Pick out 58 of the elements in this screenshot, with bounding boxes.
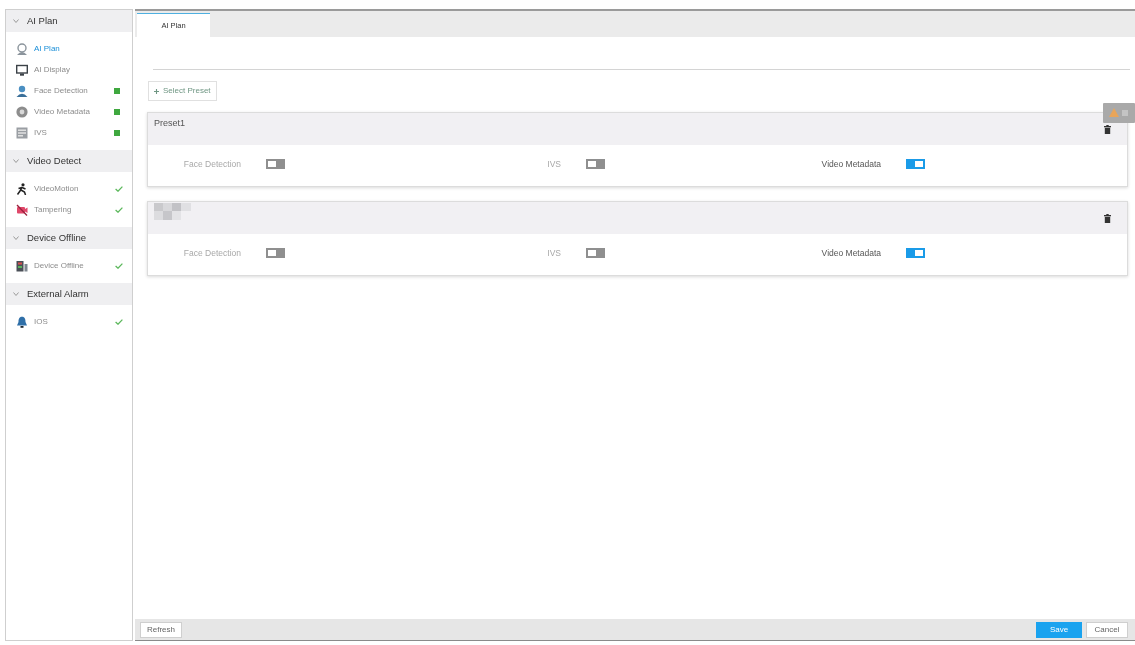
chevron-down-icon <box>13 236 19 240</box>
section-header[interactable]: Device Offline <box>6 227 132 249</box>
warning-icon <box>1103 103 1135 123</box>
sidebar-item[interactable]: VideoMotion <box>6 178 132 199</box>
trash-icon[interactable] <box>1104 213 1111 223</box>
section-title: Video Detect <box>27 153 82 168</box>
chevron-down-icon <box>13 292 19 296</box>
toggle-switch[interactable] <box>266 248 285 258</box>
function-label: Face Detection <box>182 157 241 171</box>
sidebar-item[interactable]: Tampering <box>6 199 132 220</box>
function-label: IVS <box>546 157 561 171</box>
check-icon <box>115 262 123 269</box>
sidebar-item[interactable]: Video Metadata <box>6 101 132 122</box>
sidebar-item[interactable]: Device Offline <box>6 255 132 276</box>
check-icon <box>115 206 123 213</box>
footer-button[interactable]: Refresh <box>140 621 182 638</box>
toggle-switch[interactable] <box>586 159 605 169</box>
footer-button[interactable]: Cancel <box>1086 621 1128 638</box>
toggle-switch[interactable] <box>266 159 285 169</box>
toggle-switch[interactable] <box>586 248 605 258</box>
function-label: Video Metadata <box>820 246 881 260</box>
preset-name: Preset1 <box>154 117 186 130</box>
sidebar-item[interactable]: Face Detection <box>6 80 132 101</box>
plus-icon <box>154 88 159 94</box>
sidebar-item[interactable]: AI Plan <box>6 38 132 59</box>
check-icon <box>115 185 123 192</box>
device-icon <box>16 259 28 272</box>
check-icon <box>115 318 123 325</box>
bell-icon <box>16 315 28 328</box>
running-person-icon <box>16 182 28 195</box>
list-icon <box>16 126 28 139</box>
disc-icon <box>16 105 28 118</box>
status-square-icon <box>114 129 120 136</box>
sidebar-item[interactable]: AI Display <box>6 59 132 80</box>
chevron-down-icon <box>13 19 19 23</box>
section-header[interactable]: External Alarm <box>6 283 132 305</box>
trash-icon[interactable] <box>1104 124 1111 134</box>
camera-slash-icon <box>16 203 28 216</box>
select-preset-button[interactable]: Select Preset <box>148 81 217 101</box>
section-title: AI Plan <box>27 13 58 28</box>
toggle-switch[interactable] <box>906 159 925 169</box>
section-header[interactable]: AI Plan <box>6 10 132 32</box>
person-icon <box>16 84 28 97</box>
status-square-icon <box>114 108 120 115</box>
webcam-icon <box>16 42 28 55</box>
section-title: Device Offline <box>27 230 86 245</box>
section-header[interactable]: Video Detect <box>6 150 132 172</box>
toggle-switch[interactable] <box>906 248 925 258</box>
footer-button[interactable]: Save <box>1036 621 1082 638</box>
function-label: IVS <box>546 246 561 260</box>
function-label: Video Metadata <box>820 157 881 171</box>
function-label: Face Detection <box>182 246 241 260</box>
status-square-icon <box>114 87 120 94</box>
section-title: External Alarm <box>27 286 89 301</box>
chevron-down-icon <box>13 159 19 163</box>
monitor-icon <box>16 63 28 76</box>
sidebar-item[interactable]: IVS <box>6 122 132 143</box>
sidebar-item[interactable]: IOS <box>6 311 132 332</box>
